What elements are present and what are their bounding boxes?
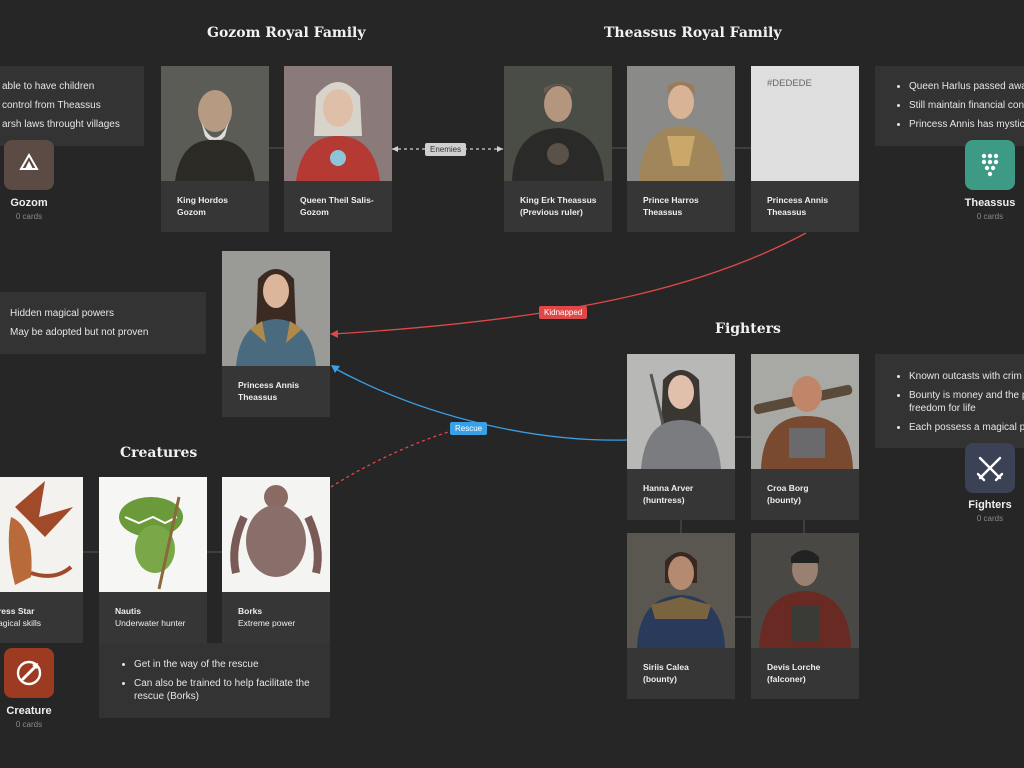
creature-board[interactable] [4,648,54,698]
portrait-image [0,477,83,592]
fighters-board-name[interactable]: Fighters [945,499,1024,511]
card-king-erk[interactable]: King Erk Theassus (Previous ruler) [504,66,612,232]
gozom-notes[interactable]: able to have children control from Theas… [0,66,144,146]
gozom-board-name[interactable]: Gozom [0,197,74,209]
card-name: Devis Lorche [767,662,821,672]
card-sub: (bounty) [767,495,801,505]
card-name: Nautis [115,606,141,616]
placeholder-image: #DEDEDE [751,66,859,181]
card-borks[interactable]: Borks Extreme power [222,477,330,643]
note-line: able to have children [2,81,95,92]
fighters-notes[interactable]: Known outcasts with crim Bounty is money… [875,354,1024,448]
gozom-board[interactable] [4,140,54,190]
card-siriis-calea[interactable]: Siriis Calea (bounty) [627,533,735,699]
card-sub: Underwater hunter [115,618,186,628]
portrait-image [99,477,207,592]
card-name: Croa Borg [767,483,809,493]
card-prince-harros[interactable]: Prince Harros Theassus [627,66,735,232]
theassus-board[interactable] [965,140,1015,190]
portrait-image [627,533,735,648]
creature-board-name[interactable]: Creature [0,705,74,717]
portrait-image [751,354,859,469]
card-hanna-arver[interactable]: Hanna Arver (huntress) [627,354,735,520]
triangle-icon [19,152,39,170]
creatures-heading: Creatures [120,445,198,461]
portrait-image [161,66,269,181]
card-sub: Theassus [643,207,683,217]
card-name: Prince Harros [643,195,699,205]
card-ress-star[interactable]: ress Star agical skills [0,477,83,643]
theassus-family-heading: Theassus Royal Family [604,25,782,41]
card-queen-theil[interactable]: Queen Theil Salis- Gozom [284,66,392,232]
card-sub: Theassus [238,392,278,402]
portrait-image [627,354,735,469]
theassus-board-count: 0 cards [976,212,1004,221]
card-devis-lorche[interactable]: Devis Lorche (falconer) [751,533,859,699]
portrait-image [751,533,859,648]
portrait-image [627,66,735,181]
card-name: Siriis Calea [643,662,689,672]
card-sub: (Previous ruler) [520,207,583,217]
note-line: control from Theassus [2,100,101,111]
portrait-image [504,66,612,181]
card-sub: Extreme power [238,618,296,628]
note-line: Queen Harlus passed awa [909,80,1024,93]
card-sub: (bounty) [643,674,677,684]
card-name: Queen Theil Salis- [300,195,374,205]
note-line: Known outcasts with crim [909,370,1024,383]
card-name: Hanna Arver [643,483,694,493]
card-sub: (huntress) [643,495,685,505]
theassus-board-name[interactable]: Theassus [945,197,1024,209]
annis-notes[interactable]: Hidden magical powers May be adopted but… [0,292,206,354]
crossed-swords-icon [976,456,1004,482]
note-line: Hidden magical powers [10,308,114,319]
card-sub: Theassus [767,207,807,217]
note-line: May be adopted but not proven [10,327,149,338]
theassus-notes[interactable]: Queen Harlus passed awa Still maintain f… [875,66,1024,146]
portrait-image [222,477,330,592]
note-line: Can also be trained to help facilitate t… [134,677,320,703]
card-king-hordos[interactable]: King Hordos Gozom [161,66,269,232]
note-line: Still maintain financial con [909,99,1024,112]
gozom-family-heading: Gozom Royal Family [207,25,366,41]
card-sub: (falconer) [767,674,806,684]
card-name: King Erk Theassus [520,195,597,205]
card-croa-borg[interactable]: Croa Borg (bounty) [751,354,859,520]
fighters-heading: Fighters [715,321,781,337]
card-sub: Gozom [177,207,206,217]
fighters-board-count: 0 cards [976,514,1004,523]
card-princess-annis-placeholder[interactable]: #DEDEDE Princess Annis Theassus [751,66,859,232]
card-sub: Gozom [300,207,329,217]
rescue-dashed-line [330,429,456,488]
portrait-image [222,251,330,366]
card-name: Borks [238,606,263,616]
note-line: Get in the way of the rescue [134,658,320,671]
card-name: Princess Annis [238,380,300,390]
fighters-board[interactable] [965,443,1015,493]
dots-icon [981,153,999,177]
creatures-notes[interactable]: Get in the way of the rescue Can also be… [99,643,330,718]
creature-board-count: 0 cards [15,720,43,729]
portrait-image [284,66,392,181]
note-line: Each possess a magical p [909,421,1024,434]
kidnapped-label[interactable]: Kidnapped [539,306,588,319]
placeholder-color-text: #DEDEDE [767,78,812,89]
note-line: Princess Annis has mystic [909,118,1024,131]
enemies-label[interactable]: Enemies [425,143,467,156]
note-line: arsh laws throught villages [2,119,120,130]
note-line: Bounty is money and the p freedom for li… [909,389,1024,415]
card-name: Princess Annis [767,195,829,205]
card-sub: agical skills [0,618,41,628]
rescue-label[interactable]: Rescue [450,422,488,435]
gozom-board-count: 0 cards [15,212,43,221]
card-nautis[interactable]: Nautis Underwater hunter [99,477,207,643]
card-name: ress Star [0,606,35,616]
card-name: King Hordos [177,195,228,205]
card-princess-annis[interactable]: Princess Annis Theassus [222,251,330,417]
creature-icon [16,660,42,686]
